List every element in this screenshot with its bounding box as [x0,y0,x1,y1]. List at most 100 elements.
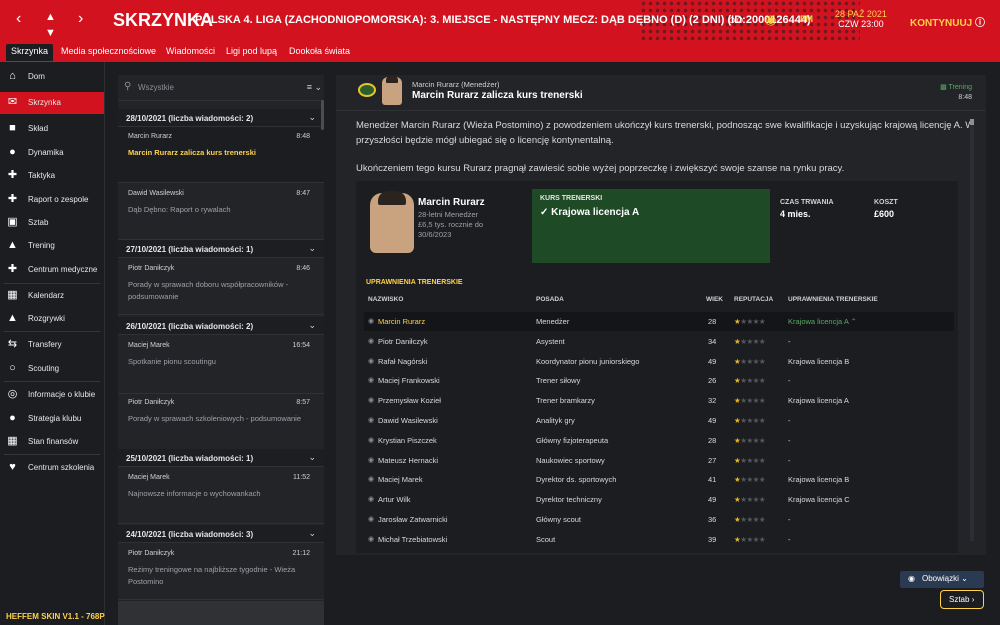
sidebar-item-trening[interactable]: ▲ Trening [0,235,104,257]
person-name[interactable]: Marcin Rurarz [418,197,485,208]
message-sender[interactable]: Marcin Rurarz (Menedżer) [412,80,500,89]
collapse-icon[interactable]: ⌄ [308,528,316,539]
list-scrollbar[interactable] [321,100,324,130]
sidebar-item-label: Skrzynka [28,98,61,107]
divider [4,283,100,284]
table-row[interactable]: ◉ Michał Trzebiatowski Scout 39 ★★★★★ - [364,530,954,549]
staff-age: 28 [708,435,717,445]
sort-menu-icon[interactable]: ≡ ⌄ [307,82,322,93]
table-row[interactable]: ◉ Jarosław Zatwarnicki Główny scout 36 ★★★★★… [364,510,954,529]
staff-name[interactable]: Maciej Marek [378,475,423,484]
staff-name[interactable]: Przemysław Kozieł [378,396,441,405]
filter-input[interactable]: Wszystkie [138,83,174,92]
list-item[interactable]: Maciej Marek 11:52 Najnowsze informacje o … [118,468,324,524]
column-header-name[interactable]: NAZWISKO [368,296,403,303]
top-bar: ‹ ▲ ▼ › SKRZYNKA POLSKA 4. LIGA (ZACHODNI… [0,0,1000,40]
license-text: Krajowa licencja C [788,495,850,505]
staff-name[interactable]: Krystian Piszczek [378,436,437,445]
list-filter[interactable]: ⚲ Wszystkie ≡ ⌄ [118,75,324,101]
people-icon: ◉ [908,574,915,583]
sidebar-item-kalendarz[interactable]: ▦ Kalendarz [0,285,104,307]
sidebar-item-sklad[interactable]: ■ Skład [0,118,104,140]
staff-name[interactable]: Rafał Nagórski [378,357,427,366]
table-row[interactable]: ◉ Rafał Nagórski Koordynator pionu juniors… [364,352,954,371]
staff-name[interactable]: Artur Wilk [378,495,411,504]
staff-license: - [788,535,791,544]
date-group-header[interactable]: 25/10/2021 (liczba wiadomości: 1) ⌄ [118,449,324,467]
tab-news[interactable]: Wiadomości [161,44,220,61]
message-subject: Porady w sprawach doboru współpracownikó… [128,280,289,301]
club-crest-icon[interactable]: ◉ [765,12,776,28]
table-row[interactable]: ◉ Marcin Rurarz Menedżer 28 ★★★★★ Krajowa lic… [364,312,954,331]
list-item[interactable]: Piotr Daniłczyk 8:57 Porady w sprawach szk… [118,393,324,451]
tab-skrzynka[interactable]: Skrzynka [6,44,54,61]
sidebar-item-klub[interactable]: ◎ Informacje o klubie [0,384,104,406]
table-row[interactable]: ◉ Mateusz Hernacki Naukowiec sportowy 27 ★★★… [364,451,954,470]
collapse-icon[interactable]: ⌄ [308,112,316,123]
list-item[interactable]: Maciej Marek 16:54 Spotkanie pionu scoutin… [118,336,324,394]
table-row[interactable]: ◉ Przemysław Kozieł Trener bramkarzy 32 ★★★★… [364,391,954,410]
table-row[interactable]: ◉ Maciej Frankowski Trener siłowy 26 ★★★★★ - [364,371,954,390]
reputation-stars: ★★★★★ [734,495,766,505]
staff-license: - [788,416,791,425]
date-group-header[interactable]: 24/10/2021 (liczba wiadomości: 3) ⌄ [118,525,324,543]
table-row[interactable]: ◉ Artur Wilk Dyrektor techniczny 49 ★★★★★ Kra… [364,490,954,509]
staff-name[interactable]: Piotr Daniłczyk [378,337,428,346]
staff-name[interactable]: Maciej Frankowski [378,376,440,385]
sidebar-item-rozgrywki[interactable]: ▲ Rozgrywki [0,308,104,330]
duties-button[interactable]: ◉ Obowiązki ⌄ [900,571,984,588]
list-item[interactable] [118,601,324,625]
binoculars-icon[interactable]: ○○ [728,12,744,27]
collapse-icon[interactable]: ⌄ [308,320,316,331]
fm-logo[interactable]: FM [800,14,813,24]
staff-name[interactable]: Marcin Rurarz [378,317,425,326]
sidebar-item-dom[interactable]: ⌂ Dom [0,66,104,88]
column-header-role[interactable]: POSADA [536,296,564,303]
sidebar-item-taktyka[interactable]: ✚ Taktyka [0,165,104,187]
sidebar-item-transfery[interactable]: ⇆ Transfery [0,334,104,356]
list-item[interactable]: Piotr Daniłczyk 21:12 Reżimy treningowe na… [118,544,324,600]
sidebar-item-sztab[interactable]: ▣ Sztab [0,212,104,234]
sidebar-item-szkolenie[interactable]: ♥ Centrum szkolenia [0,457,104,479]
staff-name[interactable]: Michał Trzebiatowski [378,535,447,544]
table-row[interactable]: ◉ Piotr Daniłczyk Asystent 34 ★★★★★ - [364,332,954,351]
staff-name[interactable]: Dawid Wasilewski [378,416,438,425]
duration-label: CZAS TRWANIA [780,199,834,206]
list-item[interactable]: Piotr Daniłczyk 8:46 Porady w sprawach dob… [118,259,324,315]
list-item[interactable]: Dawid Wasilewski 8:47 Dąb Dębno: Raport o … [118,184,324,240]
category-label: Trening [948,84,972,91]
tab-world[interactable]: Dookoła świata [284,44,355,61]
table-row[interactable]: ◉ Maciej Marek Dyrektor ds. sportowych 41 ★★… [364,470,954,489]
detail-scrollbar[interactable] [970,119,974,541]
date-group-header[interactable]: 26/10/2021 (liczba wiadomości: 2) ⌄ [118,317,324,335]
tab-leagues[interactable]: Ligi pod lupą [221,44,282,61]
message-subject: Porady w sprawach szkoleniowych - podsum… [128,414,301,423]
up-down-arrow-icon[interactable]: ▲ ▼ [45,9,56,40]
list-item[interactable]: Marcin Rurarz 8:48 Marcin Rurarz zalicza k… [118,127,324,183]
staff-license: - [788,436,791,445]
column-header-reputation[interactable]: REPUTACJA [734,296,773,303]
collapse-icon[interactable]: ⌄ [308,243,316,254]
sidebar-item-strategia[interactable]: ● Strategia klubu [0,408,104,430]
table-row[interactable]: ◉ Dawid Wasilewski Analityk gry 49 ★★★★★ - [364,411,954,430]
date-group-header[interactable]: 27/10/2021 (liczba wiadomości: 1) ⌄ [118,240,324,258]
sidebar-item-scouting[interactable]: ○ Scouting [0,358,104,380]
continue-button[interactable]: KONTYNUUJ ⓘ [910,14,985,29]
sidebar-item-raport[interactable]: ✚ Raport o zespole [0,189,104,211]
date-group-header[interactable]: 28/10/2021 (liczba wiadomości: 2) ⌄ [118,109,324,127]
tab-media[interactable]: Media społecznościowe [56,44,161,61]
table-row[interactable]: ◉ Krystian Piszczek Główny fizjoterapeuta 2… [364,431,954,450]
group-label: 24/10/2021 (liczba wiadomości: 3) [126,530,254,539]
column-header-age[interactable]: WIEK [706,296,723,303]
collapse-icon[interactable]: ⌄ [308,452,316,463]
sidebar-item-skrzynka[interactable]: ✉ Skrzynka [0,92,104,114]
sidebar-item-medical[interactable]: ✚ Centrum medyczne [0,259,104,281]
column-header-license[interactable]: UPRAWNIENIA TRENERSKIE [788,296,878,303]
forward-arrow-icon[interactable]: › [78,11,83,27]
staff-name[interactable]: Mateusz Hernacki [378,456,438,465]
sidebar-item-dynamika[interactable]: ● Dynamika [0,142,104,164]
sidebar-item-finanse[interactable]: ▦ Stan finansów [0,431,104,453]
staff-name[interactable]: Jarosław Zatwarnicki [378,515,448,524]
back-arrow-icon[interactable]: ‹ [16,11,21,27]
staff-button[interactable]: Sztab › [940,590,984,609]
